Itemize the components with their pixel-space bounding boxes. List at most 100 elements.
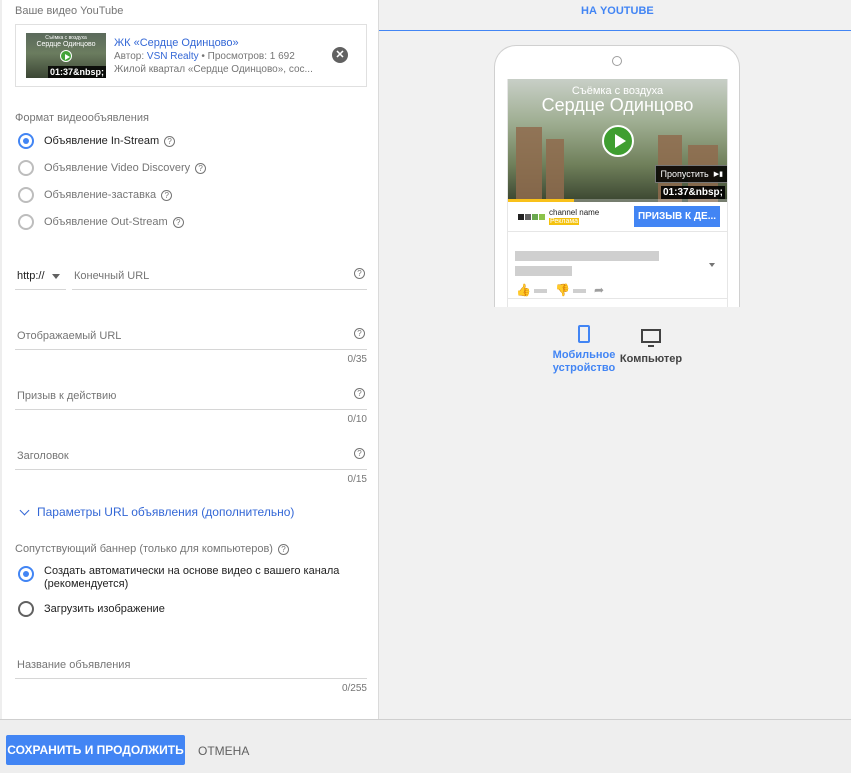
field-underline: [15, 469, 367, 470]
banner-option-label-line1: Создать автоматически на основе видео с …: [44, 565, 340, 577]
footer-divider: [0, 719, 851, 720]
cta-placeholder: Призыв к действию: [17, 390, 117, 402]
field-underline: [72, 289, 367, 290]
device-desktop-button[interactable]: Компьютер: [619, 325, 683, 365]
help-icon[interactable]: ?: [354, 448, 365, 459]
radio-unchecked-icon[interactable]: [18, 214, 34, 230]
banner-option-auto[interactable]: Создать автоматически на основе видео с …: [18, 565, 339, 593]
author-prefix: Автор:: [114, 51, 147, 62]
format-option-label: Объявление In-Stream: [44, 135, 160, 147]
headline-field[interactable]: Заголовок ? 0/15: [15, 448, 367, 488]
url-params-expander[interactable]: Параметры URL объявления (дополнительно): [19, 505, 294, 519]
divider: [508, 298, 727, 299]
char-counter: 0/35: [347, 354, 367, 365]
display-url-field[interactable]: Отображаемый URL ? 0/35: [15, 328, 367, 368]
field-underline: [15, 678, 367, 679]
video-duration: 01:37&nbsp;: [47, 66, 106, 78]
format-option-discovery[interactable]: Объявление Video Discovery ?: [18, 159, 207, 177]
building-image: [546, 139, 564, 202]
headline-placeholder: Заголовок: [17, 450, 69, 462]
share-icon: ➦: [594, 283, 605, 297]
banner-option-label: Загрузить изображение: [44, 603, 165, 615]
logo-square: [525, 214, 531, 220]
skip-ad-button[interactable]: Пропустить ▶▮: [654, 165, 727, 183]
help-icon[interactable]: ?: [195, 162, 207, 174]
radio-checked-icon[interactable]: [18, 566, 34, 582]
phone-camera-icon: [612, 56, 622, 66]
building-image: [516, 127, 542, 202]
field-underline: [15, 349, 367, 350]
play-icon[interactable]: [602, 125, 634, 157]
radio-unchecked-icon[interactable]: [18, 187, 34, 203]
help-icon[interactable]: ?: [277, 543, 289, 555]
cancel-button[interactable]: ОТМЕНА: [198, 744, 249, 758]
format-option-instream[interactable]: Объявление In-Stream ?: [18, 132, 176, 150]
format-option-label: Объявление Video Discovery: [44, 162, 191, 174]
help-icon[interactable]: ?: [161, 189, 173, 201]
banner-option-label: Создать автоматически на основе видео с …: [44, 565, 339, 591]
char-counter: 0/15: [347, 474, 367, 485]
skip-next-icon: ▶▮: [713, 171, 723, 178]
preview-video-player[interactable]: Съёмка с воздуха Сердце Одинцово Пропуст…: [508, 79, 727, 202]
help-icon[interactable]: ?: [354, 268, 365, 279]
ad-name-field[interactable]: Название объявления 0/255: [15, 657, 367, 697]
format-option-label: Объявление-заставка: [44, 189, 157, 201]
ad-form-panel: Ваше видео YouTube Съёмка с воздуха Серд…: [2, 0, 379, 719]
thumbs-down-icon: 👎: [555, 283, 570, 297]
tab-on-youtube[interactable]: НА YOUTUBE: [379, 0, 851, 31]
ad-name-placeholder: Название объявления: [17, 659, 131, 671]
ad-badge: Реклама: [549, 218, 580, 225]
banner-option-upload[interactable]: Загрузить изображение: [18, 600, 165, 618]
placeholder-bar: [534, 289, 547, 293]
author-link[interactable]: VSN Realty: [147, 51, 199, 62]
final-url-field[interactable]: Конечный URL ?: [72, 268, 367, 290]
help-icon[interactable]: ?: [354, 388, 365, 399]
cta-row: channel name Реклама ПРИЗЫВ К ДЕ...: [508, 202, 727, 232]
logo-square: [539, 214, 545, 220]
video-title-link[interactable]: ЖК «Сердце Одинцово»: [114, 37, 239, 49]
dropdown-arrow-icon: [52, 274, 60, 279]
device-mobile-label-line1: Мобильное: [552, 349, 616, 361]
protocol-select[interactable]: http://: [15, 268, 66, 290]
save-and-continue-button[interactable]: СОХРАНИТЬ И ПРОДОЛЖИТЬ: [6, 735, 185, 765]
video-meta: Автор: VSN Realty • Просмотров: 1 692: [114, 51, 295, 62]
phone-screen: Съёмка с воздуха Сердце Одинцово Пропуст…: [507, 79, 728, 307]
placeholder-bar: [515, 266, 572, 276]
remove-video-close-icon[interactable]: ✕: [332, 47, 348, 63]
chevron-down-icon: [19, 505, 30, 515]
call-to-action-field[interactable]: Призыв к действию ? 0/10: [15, 388, 367, 428]
logo-square: [532, 214, 538, 220]
device-mobile-button[interactable]: Мобильное устройство: [552, 325, 616, 375]
format-option-bumper[interactable]: Объявление-заставка ?: [18, 186, 173, 204]
smartphone-icon: [578, 325, 590, 343]
format-option-outstream[interactable]: Объявление Out-Stream ?: [18, 213, 184, 231]
format-section-label: Формат видеообъявления: [15, 112, 149, 124]
desktop-icon: [641, 329, 661, 347]
banner-option-label-line2: (рекомендуется): [44, 578, 129, 590]
device-mobile-label-line2: устройство: [552, 362, 616, 374]
radio-unchecked-icon[interactable]: [18, 601, 34, 617]
expand-arrow-icon: [709, 263, 715, 267]
field-underline: [15, 409, 367, 410]
banner-section-label: Сопутствующий баннер (только для компьют…: [15, 543, 289, 555]
radio-unchecked-icon[interactable]: [18, 160, 34, 176]
help-icon[interactable]: ?: [164, 135, 176, 147]
cta-button[interactable]: ПРИЗЫВ К ДЕ...: [634, 206, 720, 227]
help-icon[interactable]: ?: [172, 216, 184, 228]
skip-label: Пропустить: [660, 169, 709, 179]
placeholder-bar: [573, 289, 586, 293]
field-underline: [15, 289, 66, 290]
view-count: • Просмотров: 1 692: [198, 51, 295, 62]
ad-preview-panel: НА YOUTUBE Съёмка с воздуха Сердце Одинц…: [379, 0, 851, 719]
format-option-label: Объявление Out-Stream: [44, 216, 168, 228]
char-counter: 0/255: [341, 683, 367, 694]
final-url-placeholder: Конечный URL: [74, 270, 150, 282]
device-desktop-label: Компьютер: [619, 353, 683, 365]
video-description: Жилой квартал «Сердце Одинцово», сос...: [114, 64, 313, 75]
help-icon[interactable]: ?: [354, 328, 365, 339]
channel-logo: [518, 214, 546, 220]
radio-checked-icon[interactable]: [18, 133, 34, 149]
char-counter: 0/10: [347, 414, 367, 425]
thumbnail-play-icon: [60, 50, 72, 62]
display-url-placeholder: Отображаемый URL: [17, 330, 122, 342]
